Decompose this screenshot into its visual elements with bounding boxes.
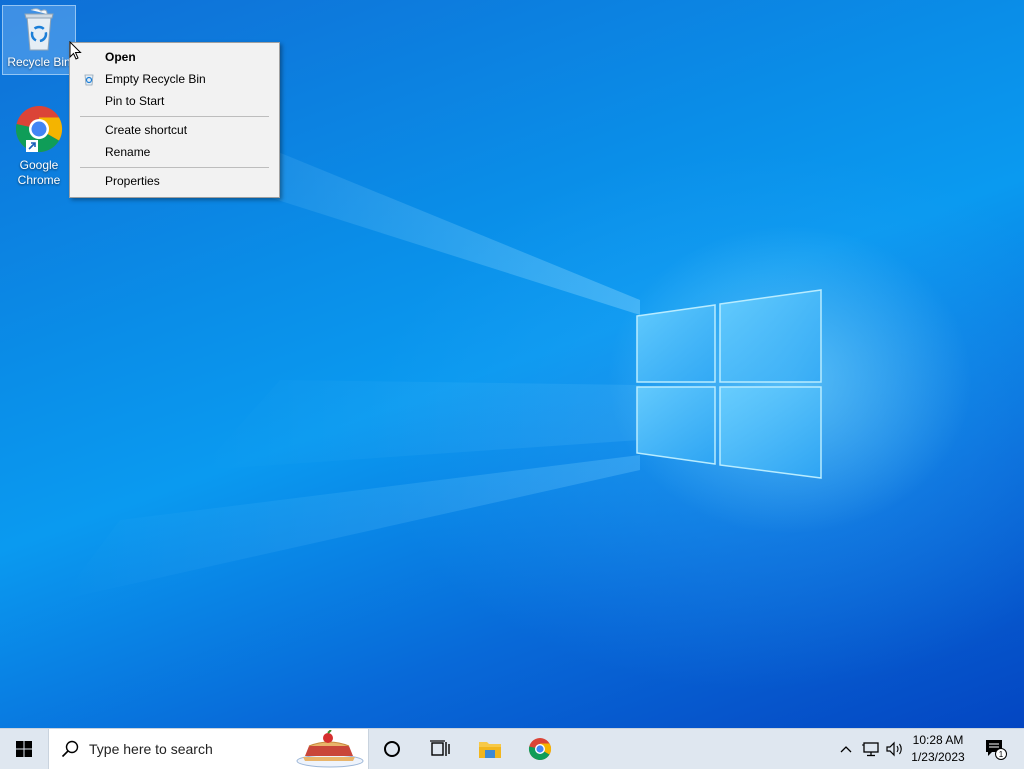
task-view-icon [430,740,450,756]
menu-item-create-shortcut[interactable]: Create shortcut [71,119,278,141]
taskbar: Type here to search 10:28 AM 1/23/2023 1 [0,728,1024,769]
menu-item-rename[interactable]: Rename [71,141,278,163]
file-explorer-button[interactable] [466,729,514,769]
chrome-taskbar-button[interactable] [516,729,564,769]
menu-item-properties[interactable]: Properties [71,170,278,192]
cortana-button[interactable] [370,729,414,769]
search-placeholder: Type here to search [89,741,213,757]
recycle-bin-icon [24,8,54,51]
volume-button[interactable] [884,729,906,769]
menu-item-empty-recycle-bin[interactable]: Empty Recycle Bin [71,68,278,90]
clock[interactable]: 10:28 AM 1/23/2023 [906,732,970,766]
menu-item-pin-to-start[interactable]: Pin to Start [71,90,278,112]
network-icon [862,742,879,757]
search-box[interactable]: Type here to search [48,729,369,769]
menu-separator [80,116,269,117]
action-center-button[interactable]: 1 [976,729,1016,769]
search-highlight-pie-icon [296,730,364,768]
recycle-bin-small-icon [84,74,94,86]
notification-count: 1 [999,750,1004,759]
desktop-icon-google-chrome[interactable]: Google Chrome [3,104,75,188]
chevron-up-icon [840,746,852,753]
menu-item-empty-recycle-bin-label: Empty Recycle Bin [105,72,206,86]
clock-date: 1/23/2023 [911,750,965,764]
google-chrome-label: Google Chrome [17,158,61,187]
menu-separator [80,167,269,168]
file-explorer-folder-icon [479,742,501,758]
menu-item-create-shortcut-label: Create shortcut [105,123,188,137]
menu-item-rename-label: Rename [105,145,151,159]
clock-time: 10:28 AM [912,733,964,747]
speaker-icon [886,741,902,757]
windows-start-icon [16,741,32,757]
start-button[interactable] [0,729,48,769]
show-hidden-icons-button[interactable] [836,729,856,769]
windows-logo-wallpaper [636,289,822,479]
network-button[interactable] [860,729,882,769]
task-view-button[interactable] [418,729,462,769]
menu-item-properties-label: Properties [105,174,160,188]
cortana-circle-icon [384,741,400,757]
mouse-cursor-icon [69,41,82,60]
desktop-wallpaper: Recycle Bin Google Chrome Open Empty Rec… [0,0,1024,728]
context-menu: Open Empty Recycle Bin Pin to Start Crea… [69,42,280,198]
desktop-icon-recycle-bin[interactable]: Recycle Bin [2,5,76,75]
chrome-icon [15,105,63,153]
recycle-bin-label: Recycle Bin [7,55,71,69]
notification-icon: 1 [986,740,1007,760]
menu-item-pin-to-start-label: Pin to Start [105,94,165,108]
search-icon [61,740,79,758]
menu-item-open[interactable]: Open [71,46,278,68]
chrome-icon [528,738,551,760]
menu-item-open-label: Open [105,50,136,64]
